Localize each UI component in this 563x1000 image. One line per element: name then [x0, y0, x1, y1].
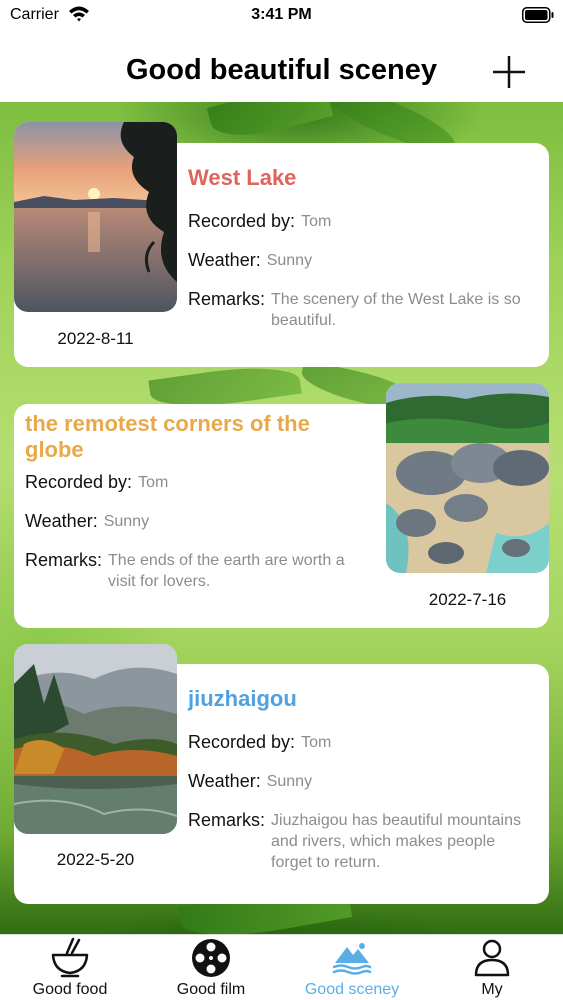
recorded-by-value: Tom	[301, 734, 332, 751]
scenery-title: West Lake	[188, 165, 297, 190]
remarks-value: The scenery of the West Lake is so beaut…	[271, 291, 521, 329]
tab-bar: Good food Good film Good sceney My	[0, 934, 563, 1000]
recorded-by-value: Tom	[301, 213, 332, 230]
weather-label: Weather:	[25, 511, 98, 531]
remarks-label: Remarks:	[188, 810, 266, 830]
content-area: 2022-8-11 West Lake Recorded by: Tom Wea…	[0, 102, 563, 934]
recorded-by-label: Recorded by:	[188, 732, 296, 752]
scenery-photo[interactable]	[14, 644, 177, 834]
remarks-row: Remarks: The ends of the earth are worth…	[25, 550, 375, 592]
person-icon	[474, 939, 510, 977]
bowl-chopsticks-icon	[51, 937, 89, 978]
status-time: 3:41 PM	[251, 6, 312, 23]
tab-label: Good sceney	[304, 981, 400, 998]
page-title: Good beautiful sceney	[126, 54, 437, 86]
weather-label: Weather:	[188, 771, 261, 791]
tab-label: My	[481, 981, 503, 998]
remarks-label: Remarks:	[25, 550, 103, 570]
nav-bar: Good beautiful sceney	[0, 30, 563, 102]
recorded-by-label: Recorded by:	[25, 472, 133, 492]
scenery-title: jiuzhaigou	[188, 686, 297, 711]
tab-my[interactable]: My	[422, 935, 562, 1000]
recorded-by-label: Recorded by:	[188, 211, 296, 231]
weather-value: Sunny	[266, 252, 313, 269]
weather-label: Weather:	[188, 250, 261, 270]
tab-label: Good film	[176, 981, 246, 998]
tab-good-film[interactable]: Good film	[141, 935, 281, 1000]
scenery-date: 2022-8-11	[57, 329, 134, 348]
remarks-label: Remarks:	[188, 289, 266, 309]
weather-row: Weather: Sunny	[188, 771, 538, 792]
weather-value: Sunny	[266, 773, 313, 790]
tab-label: Good food	[32, 981, 108, 998]
mountain-landscape-icon	[332, 943, 372, 975]
remarks-row: Remarks: Jiuzhaigou has beautiful mounta…	[188, 810, 533, 873]
scenery-date: 2022-5-20	[56, 850, 135, 869]
remarks-value: Jiuzhaigou has beautiful mountains and r…	[271, 812, 521, 871]
scenery-title: the remotest corners of the globe	[25, 411, 310, 462]
battery-icon	[522, 7, 554, 23]
recorded-by-row: Recorded by: Tom	[25, 472, 375, 493]
scenery-date: 2022-7-16	[428, 590, 507, 609]
remarks-row: Remarks: The scenery of the West Lake is…	[188, 289, 540, 331]
plus-icon[interactable]	[491, 54, 527, 90]
background-leaf	[206, 102, 334, 147]
tab-good-sceney[interactable]: Good sceney	[282, 935, 422, 1000]
weather-row: Weather: Sunny	[25, 511, 375, 532]
remarks-value: The ends of the earth are worth a visit …	[108, 552, 345, 590]
scenery-photo[interactable]	[14, 122, 177, 312]
film-reel-icon	[192, 939, 230, 977]
tab-good-food[interactable]: Good food	[0, 935, 140, 1000]
scenery-photo[interactable]	[386, 383, 549, 573]
status-bar: Carrier 3:41 PM	[0, 0, 563, 30]
recorded-by-value: Tom	[138, 474, 169, 491]
weather-row: Weather: Sunny	[188, 250, 538, 271]
recorded-by-row: Recorded by: Tom	[188, 732, 538, 753]
recorded-by-row: Recorded by: Tom	[188, 211, 538, 232]
weather-value: Sunny	[103, 513, 150, 530]
